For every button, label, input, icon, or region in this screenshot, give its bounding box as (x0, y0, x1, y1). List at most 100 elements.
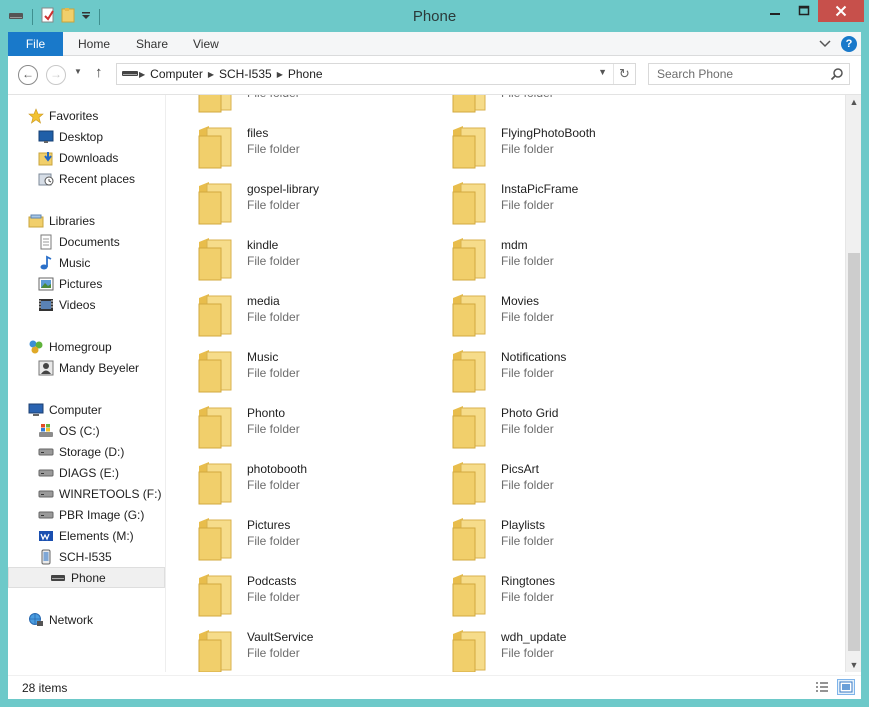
nav-drive-m[interactable]: Elements (M:) (8, 525, 165, 546)
nav-drive-g[interactable]: PBR Image (G:) (8, 504, 165, 525)
folder-item[interactable]: Podcasts File folder (175, 568, 425, 620)
nav-label: Storage (D:) (59, 444, 125, 459)
folder-name: kindle (247, 238, 279, 252)
folder-name: photobooth (247, 462, 308, 476)
folder-icon (195, 348, 233, 394)
folder-item[interactable]: Movies File folder (429, 288, 679, 340)
folder-item[interactable]: VaultService File folder (175, 624, 425, 672)
scroll-down-icon[interactable]: ▼ (846, 660, 862, 670)
folder-item[interactable]: Photo Grid File folder (429, 400, 679, 452)
folder-name: mdm (501, 238, 528, 252)
search-icon[interactable] (830, 67, 844, 84)
nav-recent-places[interactable]: Recent places (8, 168, 165, 189)
nav-label: Elements (M:) (59, 528, 134, 543)
tab-view[interactable]: View (193, 32, 219, 56)
nav-drive-d[interactable]: Storage (D:) (8, 441, 165, 462)
folder-item[interactable]: Notifications File folder (429, 344, 679, 396)
nav-drive-e[interactable]: DIAGS (E:) (8, 462, 165, 483)
nav-documents[interactable]: Documents (8, 231, 165, 252)
user-icon (37, 360, 54, 376)
nav-label: Computer (49, 402, 102, 417)
nav-desktop[interactable]: Desktop (8, 126, 165, 147)
folder-item[interactable]: Music File folder (175, 344, 425, 396)
expand-ribbon-icon[interactable] (819, 37, 831, 51)
nav-network[interactable]: Network (8, 609, 165, 630)
address-dropdown-icon[interactable]: ▼ (598, 67, 607, 77)
nav-pictures[interactable]: Pictures (8, 273, 165, 294)
tab-home[interactable]: Home (78, 32, 110, 56)
folder-icon (195, 404, 233, 450)
nav-favorites[interactable]: Favorites (8, 105, 165, 126)
folder-item[interactable]: Pictures File folder (175, 512, 425, 564)
folder-type: File folder (247, 534, 300, 548)
nav-homegroup[interactable]: Homegroup (8, 336, 165, 357)
tab-share[interactable]: Share (136, 32, 168, 56)
folder-item[interactable]: mdm File folder (429, 232, 679, 284)
help-icon[interactable]: ? (841, 36, 857, 52)
forward-button[interactable]: → (46, 65, 66, 85)
folder-item[interactable]: Ringtones File folder (429, 568, 679, 620)
nav-videos[interactable]: Videos (8, 294, 165, 315)
recent-locations-icon[interactable]: ▼ (74, 67, 82, 76)
nav-label: Downloads (59, 150, 119, 165)
refresh-button[interactable]: ↻ (613, 64, 635, 84)
nav-drive-c[interactable]: OS (C:) (8, 420, 165, 441)
folder-item[interactable]: PicsArt File folder (429, 456, 679, 508)
nav-homegroup-user[interactable]: Mandy Beyeler (8, 357, 165, 378)
folder-type: File folder (247, 142, 300, 156)
folder-item[interactable]: wdh_update File folder (429, 624, 679, 672)
folder-item[interactable]: Phonto File folder (175, 400, 425, 452)
nav-music[interactable]: Music (8, 252, 165, 273)
scroll-up-icon[interactable]: ▲ (846, 97, 862, 107)
folder-item[interactable]: FlyingPhotoBooth File folder (429, 120, 679, 172)
back-button[interactable]: ← (18, 65, 38, 85)
nav-drive-f[interactable]: WINRETOOLS (F:) (8, 483, 165, 504)
tiles-view-button[interactable] (837, 679, 855, 695)
nav-device-sch-i535[interactable]: SCH-I535 (8, 546, 165, 567)
maximize-button[interactable] (790, 0, 818, 22)
scroll-thumb[interactable] (848, 253, 860, 651)
folder-icon (449, 460, 487, 506)
close-button[interactable] (818, 0, 864, 22)
folder-name: wdh_update (501, 630, 567, 644)
folder-type: File folder (501, 478, 554, 492)
details-view-button[interactable] (813, 679, 831, 695)
downloads-icon (37, 150, 54, 166)
crumb-device[interactable]: SCH-I535 (219, 67, 272, 81)
search-input[interactable] (649, 64, 819, 84)
folder-item[interactable]: media File folder (175, 288, 425, 340)
vertical-scrollbar[interactable]: ▲ ▼ (845, 95, 861, 672)
crumb-separator-icon[interactable]: ▶ (139, 70, 145, 79)
minimize-button[interactable] (760, 0, 790, 22)
nav-label: Homegroup (49, 339, 112, 354)
crumb-separator-icon[interactable]: ▶ (277, 70, 283, 79)
folder-name: gospel-library (247, 182, 320, 196)
up-button[interactable]: ↑ (95, 64, 103, 81)
title-bar: Phone (0, 0, 869, 32)
tab-file[interactable]: File (8, 32, 63, 56)
folder-type: File folder (501, 198, 554, 212)
address-bar[interactable]: ▶ Computer ▶ SCH-I535 ▶ Phone ▼ ↻ (116, 63, 636, 85)
folder-item[interactable]: photobooth File folder (175, 456, 425, 508)
crumb-phone[interactable]: Phone (288, 67, 323, 81)
nav-downloads[interactable]: Downloads (8, 147, 165, 168)
folder-item[interactable]: kindle File folder (175, 232, 425, 284)
crumb-separator-icon[interactable]: ▶ (208, 70, 214, 79)
crumb-computer[interactable]: Computer (150, 67, 203, 81)
folder-item[interactable]: Playlists File folder (429, 512, 679, 564)
nav-label: Phone (71, 570, 106, 585)
folder-name: Notifications (501, 350, 567, 364)
status-bar: 28 items (8, 675, 861, 699)
folder-item[interactable]: InstaPicFrame File folder (429, 176, 679, 228)
folder-item[interactable]: files File folder (175, 120, 425, 172)
nav-computer[interactable]: Computer (8, 399, 165, 420)
folder-icon (195, 124, 233, 170)
folder-type: File folder (247, 590, 300, 604)
folder-item[interactable]: File folder (429, 95, 679, 116)
nav-libraries[interactable]: Libraries (8, 210, 165, 231)
folder-item[interactable]: gospel-library File folder (175, 176, 425, 228)
view-switcher (813, 679, 855, 695)
nav-phone-storage[interactable]: Phone (8, 567, 165, 588)
search-box (648, 63, 850, 85)
folder-item[interactable]: File folder (175, 95, 425, 116)
